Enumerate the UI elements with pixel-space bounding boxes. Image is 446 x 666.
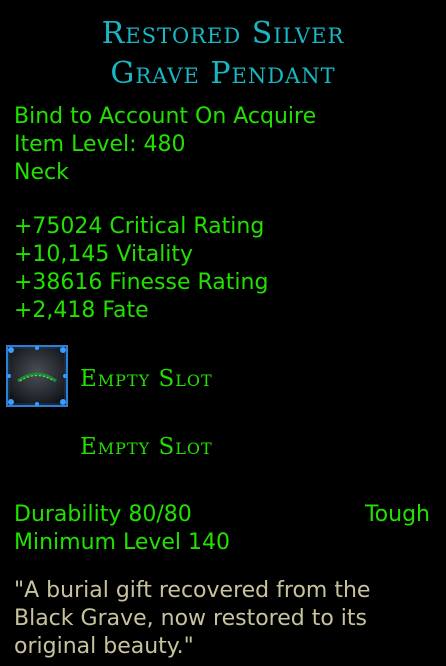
essence-slot-1-label: Empty Slot — [80, 366, 213, 392]
item-name-line-2: Grave Pendant — [110, 56, 336, 91]
durability-text: Durability 80/80 — [14, 502, 192, 527]
item-slot-text: Neck — [14, 160, 69, 185]
essence-slot-icon[interactable] — [6, 345, 68, 407]
flavor-text-line-2: Black Grave, now restored to its — [14, 606, 367, 631]
flavor-text-line-3: original beauty." — [14, 634, 194, 659]
binding-text: Bind to Account On Acquire — [14, 104, 317, 129]
item-tooltip: Restored Silver Grave Pendant Bind to Ac… — [0, 0, 446, 666]
item-level-text: Item Level: 480 — [14, 132, 186, 157]
essence-slot-2-label: Empty Slot — [80, 434, 213, 460]
stat-critical-rating: +75024 Critical Rating — [14, 214, 265, 239]
durability-type: Tough — [364, 502, 430, 527]
stat-vitality: +10,145 Vitality — [14, 242, 194, 267]
minimum-level-text: Minimum Level 140 — [14, 530, 231, 555]
flavor-text-line-1: "A burial gift recovered from the — [14, 578, 371, 603]
item-name-line-1: Restored Silver — [101, 16, 345, 51]
stat-finesse-rating: +38616 Finesse Rating — [14, 270, 269, 295]
stat-fate: +2,418 Fate — [14, 298, 149, 323]
